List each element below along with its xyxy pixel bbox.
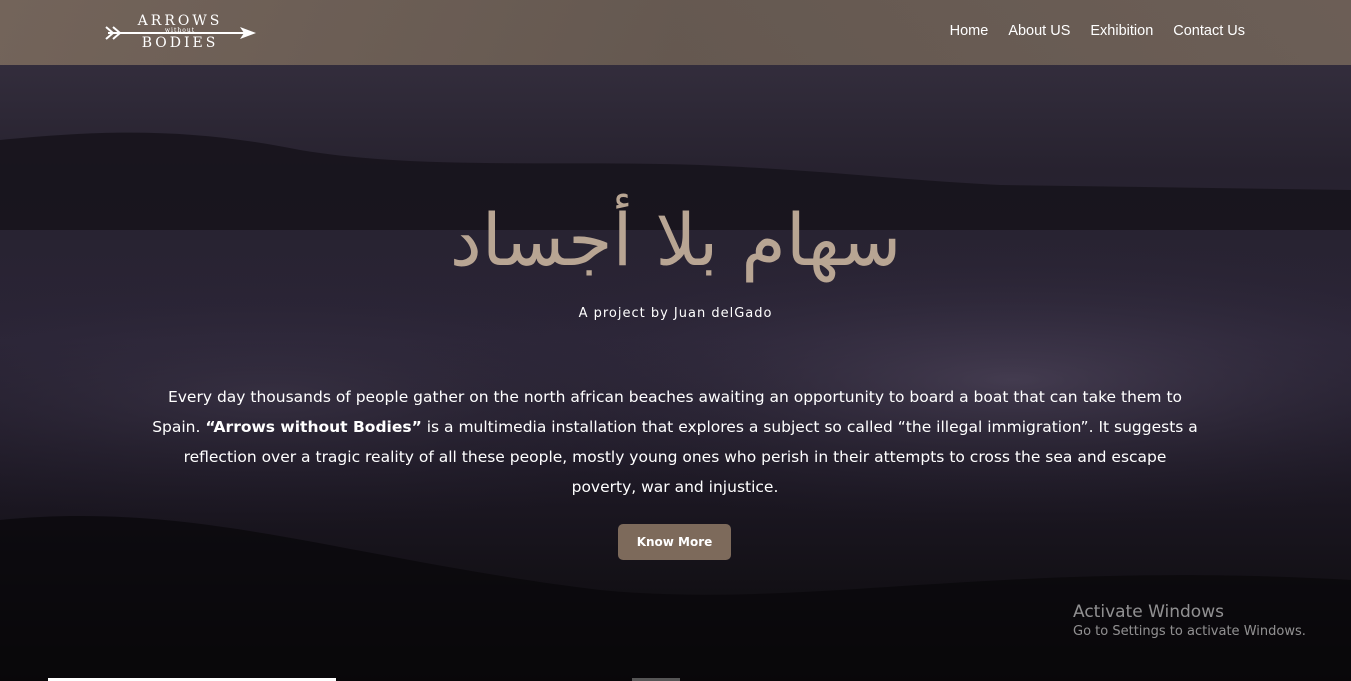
logo-text-without: without	[164, 27, 196, 34]
hero-background-image	[0, 0, 1351, 681]
hero-subtitle: A project by Juan delGado	[578, 306, 773, 321]
logo-text-bodies: BODIES	[141, 35, 219, 51]
nav-home[interactable]: Home	[950, 23, 989, 39]
site-header: ARROWS without BODIES Home About US Exhi…	[0, 0, 1351, 65]
nav-contact-us[interactable]: Contact Us	[1173, 23, 1245, 39]
nav-exhibition[interactable]: Exhibition	[1090, 23, 1153, 39]
watermark-subtitle: Go to Settings to activate Windows.	[1073, 624, 1306, 639]
main-nav: Home About US Exhibition Contact Us	[950, 23, 1245, 39]
nav-about-us[interactable]: About US	[1008, 23, 1070, 39]
watermark-title: Activate Windows	[1073, 602, 1224, 622]
windows-activation-watermark: Activate Windows Go to Settings to activ…	[1073, 602, 1306, 639]
know-more-button[interactable]: Know More	[618, 524, 731, 560]
description-project-name: “Arrows without Bodies”	[205, 417, 422, 436]
hero-description: Every day thousands of people gather on …	[150, 382, 1200, 502]
site-logo[interactable]: ARROWS without BODIES	[104, 12, 256, 52]
hero-title-arabic: سهام بلا أجساد	[449, 198, 902, 282]
